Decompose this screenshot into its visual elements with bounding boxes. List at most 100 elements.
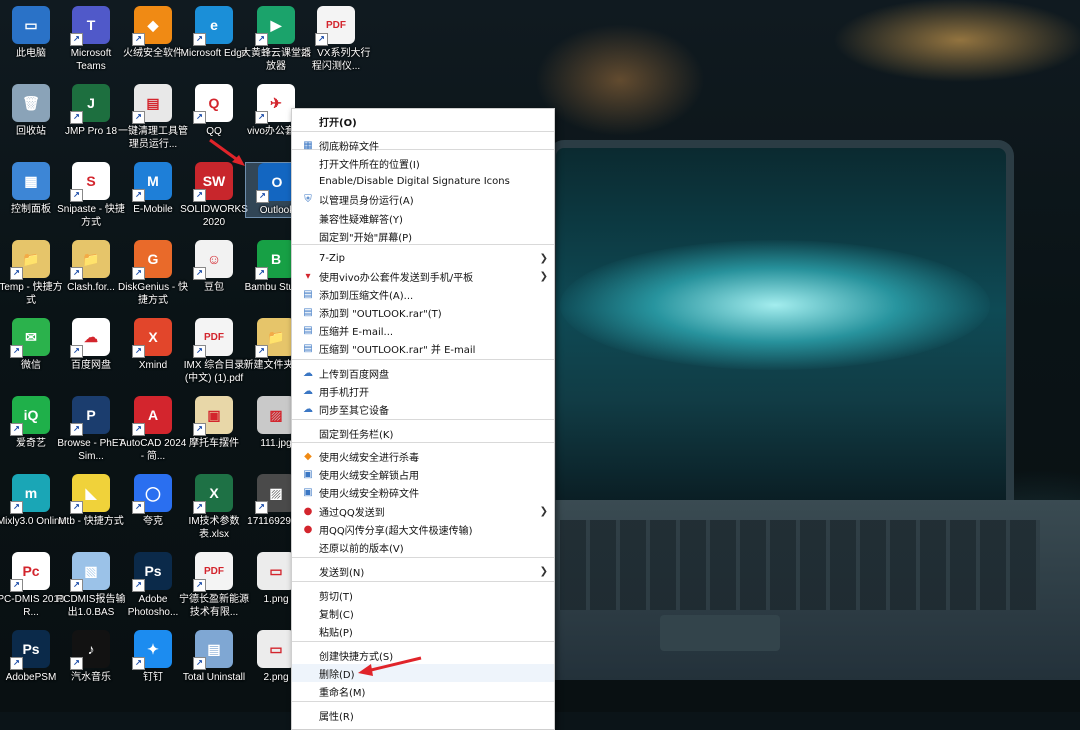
desktop-icon[interactable]: PDF ↗ 宁德长盈新能源技术有限... — [179, 552, 249, 619]
context-menu-item[interactable]: ▦ 彻底粉碎文件 — [292, 136, 554, 154]
desktop-icon[interactable]: ▦ 控制面板 — [0, 162, 62, 216]
desktop-icon[interactable]: J ↗ JMP Pro 18 — [60, 84, 122, 138]
context-menu-item[interactable]: 7-Zip ❯ — [292, 249, 554, 267]
context-menu-item[interactable]: 粘贴(P) — [292, 622, 554, 640]
app-icon: ▤ ↗ — [132, 84, 172, 124]
desktop-icon[interactable]: ♪ ↗ 汽水音乐 — [60, 630, 122, 684]
desktop-icon[interactable]: ▤ ↗ 一键清理工具管理员运行... — [118, 84, 188, 151]
context-menu-item[interactable]: ▤ 添加到 "OUTLOOK.rar"(T) — [292, 303, 554, 321]
desktop-icon-label: SOLIDWORKS 2020 — [180, 204, 248, 228]
desktop-icon[interactable]: X ↗ IM技术参数表.xlsx — [183, 474, 245, 541]
desktop-icon[interactable]: ◣ ↗ Mtb - 快捷方式 — [58, 474, 124, 528]
menu-item-label: 打开(O) — [319, 117, 357, 129]
context-menu-item[interactable]: ● 用QQ闪传分享(超大文件极速传输) — [292, 520, 554, 538]
desktop-icon[interactable]: ▭ 此电脑 — [0, 6, 62, 60]
context-menu-item[interactable]: ▤ 添加到压缩文件(A)... — [292, 285, 554, 303]
desktop-icon[interactable]: G ↗ DiskGenius - 快捷方式 — [118, 240, 188, 307]
context-menu-item[interactable]: 打开(O) — [292, 112, 554, 130]
context-menu-item[interactable]: Enable/Disable Digital Signature Icons — [292, 172, 554, 190]
app-icon: ◆ ↗ — [132, 6, 172, 46]
app-icon: ▭ — [257, 552, 295, 590]
menu-item-icon — [301, 684, 315, 698]
desktop-icon[interactable]: Ps ↗ AdobePSM — [0, 630, 62, 684]
desktop-icon[interactable]: iQ ↗ 爱奇艺 — [0, 396, 62, 450]
desktop-icon[interactable]: P ↗ Browse - PhET Sim... — [57, 396, 125, 463]
context-menu-item[interactable]: ☁ 上传到百度网盘 — [292, 364, 554, 382]
desktop-icon[interactable]: ▶ ↗ 大黄蜂云课堂播放器 — [241, 6, 311, 73]
context-menu-item[interactable]: ▤ 压缩并 E-mail... — [292, 321, 554, 339]
menu-separator — [292, 419, 554, 420]
menu-item-icon — [301, 588, 315, 602]
desktop-icon[interactable]: M ↗ E-Mobile — [122, 162, 184, 216]
shortcut-arrow-icon: ↗ — [10, 657, 23, 670]
shortcut-arrow-icon: ↗ — [10, 423, 23, 436]
menu-item-icon — [301, 564, 315, 578]
desktop-icon[interactable]: SW ↗ SOLIDWORKS 2020 — [180, 162, 248, 229]
context-menu-item[interactable]: 打开文件所在的位置(I) — [292, 154, 554, 172]
context-menu-item[interactable]: 兼容性疑难解答(Y) — [292, 209, 554, 227]
shortcut-arrow-icon: ↗ — [255, 33, 268, 46]
context-menu-item[interactable]: 复制(C) — [292, 604, 554, 622]
menu-separator — [292, 701, 554, 702]
desktop-icon[interactable]: m ↗ Mixly3.0 Online — [0, 474, 65, 528]
menu-item-icon: ▣ — [303, 486, 313, 498]
desktop-icon[interactable]: ◯ ↗ 夸克 — [122, 474, 184, 528]
menu-item-icon: ☁ — [303, 403, 313, 415]
context-menu-item[interactable]: ◆ 使用火绒安全进行杀毒 — [292, 447, 554, 465]
desktop-icon[interactable]: e ↗ Microsoft Edge — [181, 6, 247, 60]
context-menu-item[interactable]: 属性(R) — [292, 706, 554, 724]
shortcut-arrow-icon: ↗ — [132, 501, 145, 514]
desktop-icon[interactable]: 📁 ↗ Temp - 快捷方式 — [0, 240, 63, 307]
desktop-icon[interactable]: ✉ ↗ 微信 — [0, 318, 62, 372]
app-icon: G ↗ — [132, 240, 172, 280]
context-menu-item[interactable]: 发送到(N) ❯ — [292, 562, 554, 580]
context-menu-item[interactable]: 还原以前的版本(V) — [292, 538, 554, 556]
context-menu-item[interactable]: ▾ 使用vivo办公套件发送到手机/平板 ❯ — [292, 267, 554, 285]
menu-separator — [292, 359, 554, 360]
desktop-icon[interactable]: X ↗ Xmind — [122, 318, 184, 372]
context-menu-item[interactable]: ☁ 用手机打开 — [292, 382, 554, 400]
app-icon: 📁 ↗ — [70, 240, 110, 280]
desktop-icon[interactable]: ▧ ↗ PCDMIS报告输出1.0.BAS — [57, 552, 125, 619]
context-menu-item[interactable]: 剪切(T) — [292, 586, 554, 604]
menu-item-icon: ⛨ — [304, 193, 312, 205]
desktop-icon[interactable]: ▤ ↗ Total Uninstall — [183, 630, 245, 684]
shortcut-arrow-icon: ↗ — [255, 267, 268, 280]
app-icon: ▨ ↗ — [255, 474, 295, 514]
shortcut-arrow-icon: ↗ — [256, 190, 269, 203]
menu-item-label: 7-Zip — [319, 252, 345, 264]
desktop-icon[interactable]: 🗑 回收站 — [0, 84, 62, 138]
menu-separator — [292, 131, 554, 132]
desktop-icon[interactable]: 📁 ↗ Clash.for... — [60, 240, 122, 294]
desktop-icon[interactable]: ▣ ↗ 摩托车摆件 — [183, 396, 245, 450]
context-menu-item[interactable]: ☁ 同步至其它设备 — [292, 400, 554, 418]
menu-item-icon — [301, 666, 315, 680]
desktop-icon[interactable]: T ↗ Microsoft Teams — [60, 6, 122, 73]
menu-separator — [292, 442, 554, 443]
context-menu-item[interactable]: ● 通过QQ发送到 ❯ — [292, 502, 554, 520]
menu-item-icon: ● — [303, 523, 313, 535]
context-menu-item[interactable]: ⛨ 以管理员身份运行(A) — [292, 190, 554, 208]
context-menu-item[interactable]: 重命名(M) — [292, 682, 554, 700]
context-menu-item[interactable]: ▣ 使用火绒安全粉碎文件 — [292, 483, 554, 501]
desktop-icon[interactable]: ☁ ↗ 百度网盘 — [60, 318, 122, 372]
menu-item-label: 兼容性疑难解答(Y) — [319, 214, 403, 226]
desktop-icon[interactable]: Q ↗ QQ — [183, 84, 245, 138]
app-icon: PDF ↗ — [193, 318, 233, 358]
desktop-icon[interactable]: PDF ↗ 2、VX系列大行程闪测仪... — [302, 6, 370, 73]
desktop-icon[interactable]: S ↗ Snipaste - 快捷方式 — [57, 162, 125, 229]
desktop-icon[interactable]: ☺ ↗ 豆包 — [183, 240, 245, 294]
desktop-icon[interactable]: ◆ ↗ 火绒安全软件 — [122, 6, 184, 60]
desktop-icon[interactable]: ✦ ↗ 钉钉 — [122, 630, 184, 684]
context-menu-item[interactable]: ▣ 使用火绒安全解锁占用 — [292, 465, 554, 483]
desktop-icon[interactable]: PDF ↗ IMX 综合目录(中文) (1).pdf — [183, 318, 245, 385]
menu-item-label: 复制(C) — [319, 609, 354, 621]
context-menu-item[interactable]: ▤ 压缩到 "OUTLOOK.rar" 并 E-mail — [292, 339, 554, 357]
wallpaper-touchpad — [660, 615, 780, 651]
context-menu-item[interactable]: 固定到"开始"屏幕(P) — [292, 227, 554, 245]
desktop-icon[interactable]: Ps ↗ Adobe Photosho... — [122, 552, 184, 619]
menu-item-label: 压缩并 E-mail... — [319, 326, 394, 338]
desktop-icon[interactable]: A ↗ AutoCAD 2024 - 简... — [120, 396, 186, 463]
context-menu-item[interactable]: 固定到任务栏(K) — [292, 424, 554, 442]
desktop-icon[interactable]: Pc ↗ PC-DMIS 2019 R... — [0, 552, 65, 619]
